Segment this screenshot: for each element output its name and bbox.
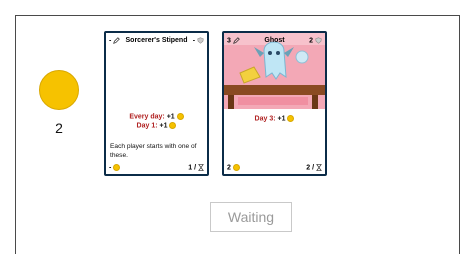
card-effect: Every day: +1 [106, 113, 207, 121]
shield-icon [197, 37, 204, 44]
hourglass-icon [316, 163, 322, 171]
card-footer-cost: - [109, 163, 121, 171]
card-description: Each player starts with one of these. [110, 143, 197, 159]
waiting-button[interactable]: Waiting [210, 202, 292, 232]
card-vp: 2 [309, 37, 322, 44]
hourglass-icon [198, 163, 204, 171]
coin-icon [287, 115, 295, 122]
coin-icon [39, 70, 79, 110]
card-effect: Day 3: +1 [224, 115, 325, 123]
card-footer-count: 1 / [188, 163, 204, 171]
coin-icon [232, 163, 240, 171]
shield-icon [315, 37, 322, 44]
coin-count: 2 [55, 120, 63, 136]
card-header: 3 Ghost 2 [224, 33, 325, 48]
card-ghost[interactable]: 3 Ghost 2 Day 3: +1 2 2 / [222, 31, 327, 176]
card-vp: - [193, 37, 204, 44]
coin-icon [113, 163, 121, 171]
card-footer-cost: 2 [227, 163, 240, 171]
coin-icon [176, 113, 184, 120]
card-sorcerers-stipend[interactable]: - Sorcerer's Stipend - Every day: +1 Day… [104, 31, 209, 176]
coin-icon [169, 122, 177, 129]
card-footer-count: 2 / [306, 163, 322, 171]
card-effect: Day 1: +1 [106, 122, 207, 130]
card-header: - Sorcerer's Stipend - [106, 33, 207, 48]
